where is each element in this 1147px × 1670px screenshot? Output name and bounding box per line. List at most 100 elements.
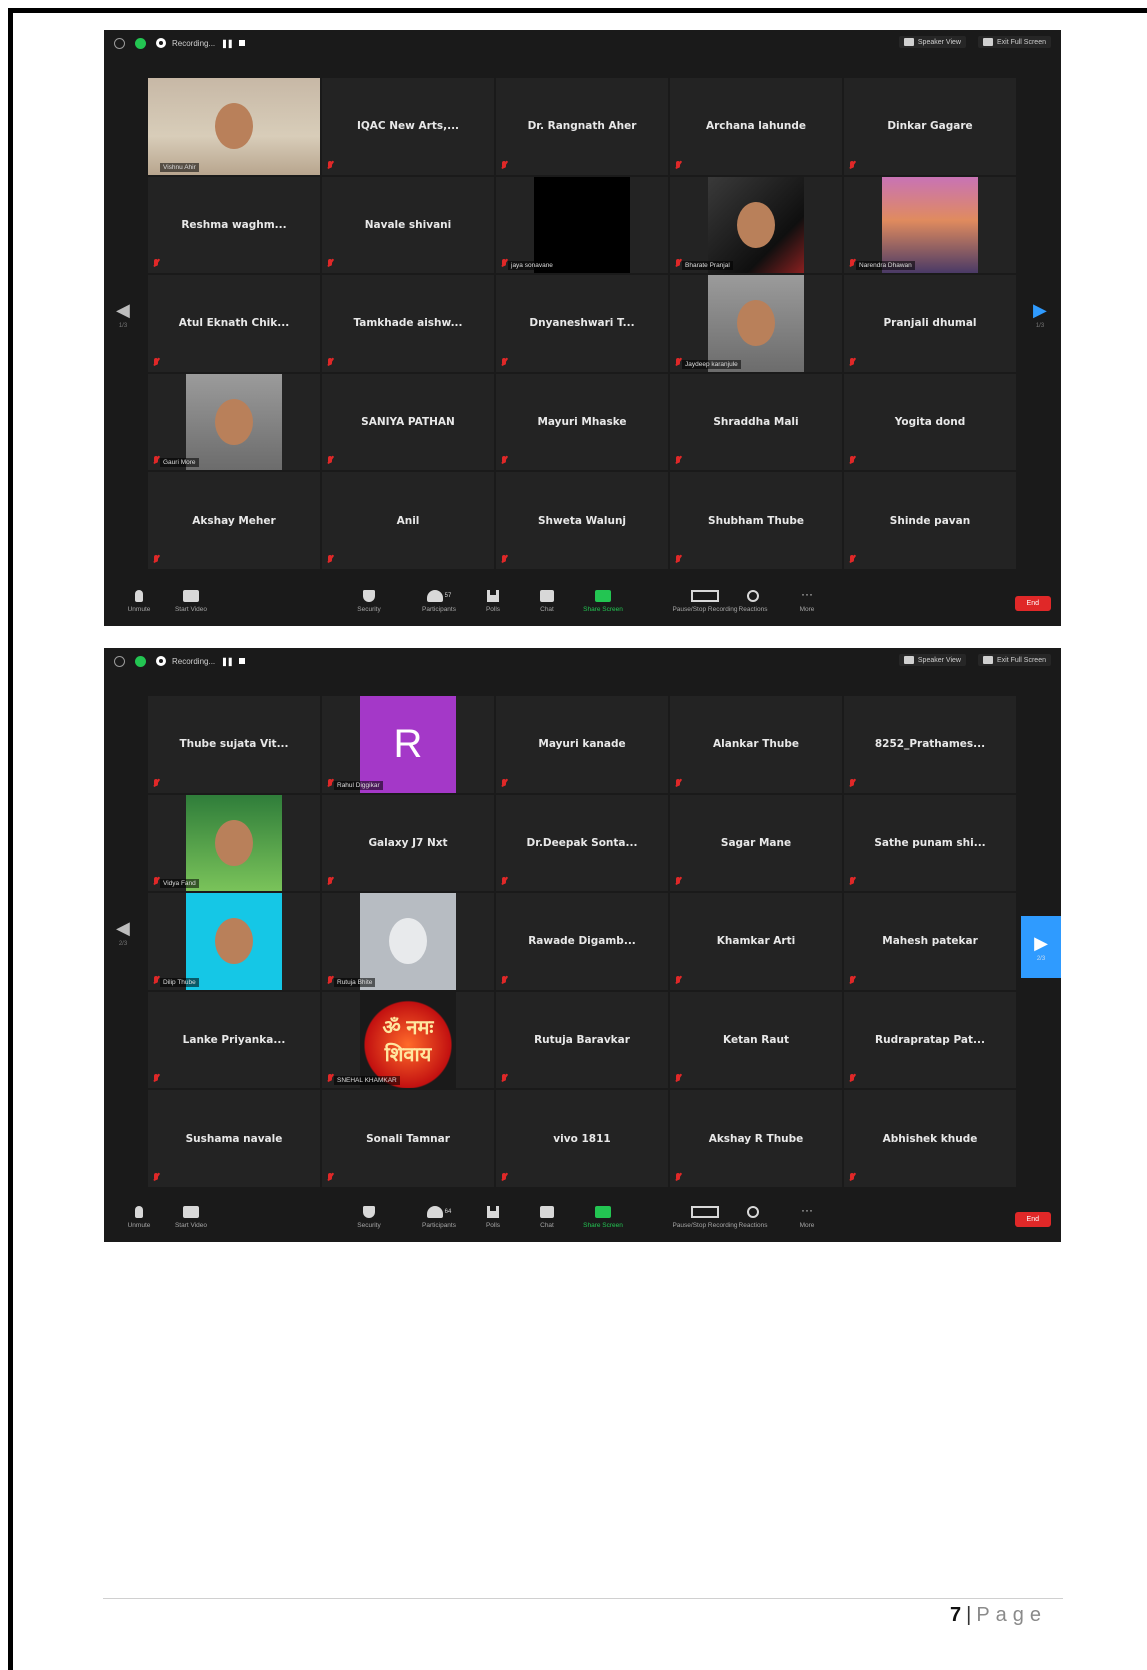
participant-tile[interactable]: Thube sujata Vit... [148, 696, 320, 793]
pause-recording-icon[interactable]: ❚❚ [221, 657, 233, 666]
participant-tile[interactable]: Vishnu Ahir [148, 78, 320, 175]
participant-video [186, 893, 282, 990]
speaker-view-button[interactable]: Speaker View [898, 654, 966, 666]
participant-tile[interactable]: SANIYA PATHAN [322, 373, 494, 471]
participant-tile[interactable]: Shubham Thube [670, 472, 842, 569]
participant-tile[interactable]: Yogita dond [844, 373, 1016, 471]
more-button[interactable]: ··· More [782, 588, 832, 613]
share-screen-button-label: Share Screen [583, 1222, 623, 1229]
participant-tile[interactable]: Dnyaneshwari T... [496, 275, 668, 372]
participant-tile[interactable]: Shweta Walunj [496, 472, 668, 569]
participant-tile[interactable]: Sathe punam shi... [844, 794, 1016, 892]
participant-name: Akshay Meher [192, 514, 276, 527]
participant-tile[interactable]: Navale shivani [322, 176, 494, 274]
participant-tile[interactable]: Abhishek khude [844, 1090, 1016, 1187]
muted-mic-icon [849, 259, 855, 268]
more-button[interactable]: ··· More [782, 1204, 832, 1229]
participant-tile[interactable]: Rutuja Bhite [322, 893, 494, 990]
exit-full-screen-button[interactable]: Exit Full Screen [977, 36, 1051, 48]
participant-name: Rudrapratap Pat... [875, 1034, 985, 1047]
unmute-button[interactable]: Unmute [114, 1206, 164, 1229]
participant-tile[interactable]: Vidya Fand [148, 794, 320, 892]
chat-button[interactable]: Chat [522, 590, 572, 613]
participant-video: R [360, 696, 456, 793]
participant-tile[interactable]: Alankar Thube [670, 696, 842, 793]
security-button[interactable]: Security [344, 1206, 394, 1229]
participant-tile[interactable]: Rutuja Baravkar [496, 991, 668, 1089]
next-page-arrow[interactable]: ▶ 1/3 [1033, 300, 1047, 329]
participant-tile[interactable]: Narendra Dhawan [844, 176, 1016, 274]
participant-tile[interactable]: Akshay R Thube [670, 1090, 842, 1187]
participant-tile[interactable]: Reshma waghm... [148, 176, 320, 274]
participant-tile[interactable]: IQAC New Arts,... [322, 78, 494, 175]
participant-tile[interactable]: Sonali Tamnar [322, 1090, 494, 1187]
end-meeting-button[interactable]: End [1014, 596, 1051, 611]
avatar [215, 918, 253, 965]
security-button[interactable]: Security [344, 590, 394, 613]
chat-button[interactable]: Chat [522, 1206, 572, 1229]
participant-tile[interactable]: Mayuri Mhaske [496, 373, 668, 471]
participant-tile[interactable]: Sagar Mane [670, 794, 842, 892]
speaker-view-button[interactable]: Speaker View [898, 36, 966, 48]
encryption-shield-icon[interactable] [135, 655, 146, 667]
participant-tile[interactable]: Ketan Raut [670, 991, 842, 1089]
participant-tile[interactable]: 8252_Prathames... [844, 696, 1016, 793]
avatar [389, 918, 427, 965]
unmute-button[interactable]: Unmute [114, 590, 164, 613]
participant-tile[interactable]: Rudrapratap Pat... [844, 991, 1016, 1089]
meeting-info-icon[interactable] [114, 37, 125, 49]
participant-tile[interactable]: Atul Eknath Chik... [148, 275, 320, 372]
participants-button[interactable]: 64 Participants [414, 1206, 464, 1229]
pause-recording-icon[interactable]: ❚❚ [221, 39, 233, 48]
participant-tile[interactable]: Anil [322, 472, 494, 569]
meeting-info-icon[interactable] [114, 655, 125, 667]
previous-page-arrow[interactable]: ◀ 1/3 [116, 300, 130, 329]
polls-button[interactable]: Polls [468, 590, 518, 613]
participant-tile[interactable]: Rawade Digamb... [496, 893, 668, 990]
participant-tile[interactable]: ॐ नमः शिवाय SNEHAL KHAMKAR [322, 991, 494, 1089]
start-video-button[interactable]: Start Video [166, 590, 216, 613]
previous-page-arrow[interactable]: ◀ 2/3 [116, 918, 130, 947]
participant-tile[interactable]: Mahesh patekar [844, 893, 1016, 990]
participant-tile[interactable]: Archana lahunde [670, 78, 842, 175]
participant-name: Shweta Walunj [537, 514, 627, 527]
reactions-button[interactable]: Reactions [728, 590, 778, 613]
participants-button[interactable]: 57 Participants [414, 590, 464, 613]
participant-tile[interactable]: Lanke Priyanka... [148, 991, 320, 1089]
participant-tile[interactable]: Tamkhade aishw... [322, 275, 494, 372]
exit-full-screen-button[interactable]: Exit Full Screen [977, 654, 1051, 666]
participant-tile[interactable]: vivo 1811 [496, 1090, 668, 1187]
polls-button[interactable]: Polls [468, 1206, 518, 1229]
share-screen-button[interactable]: Share Screen [578, 590, 628, 613]
stop-recording-icon[interactable] [238, 40, 245, 46]
share-screen-button[interactable]: Share Screen [578, 1206, 628, 1229]
participant-tile[interactable]: Jaydeep karanjule [670, 275, 842, 372]
participant-tile[interactable]: Gauri More [148, 373, 320, 471]
participant-tile[interactable]: Sushama navale [148, 1090, 320, 1187]
next-page-arrow[interactable]: ▶ 2/3 [1021, 916, 1061, 978]
participant-tile[interactable]: Bharate Pranjal [670, 176, 842, 274]
muted-mic-icon [153, 456, 159, 465]
participant-tile[interactable]: R Rahul Diggikar [322, 696, 494, 793]
encryption-shield-icon[interactable] [135, 37, 146, 49]
participant-tile[interactable]: Dinkar Gagare [844, 78, 1016, 175]
participant-tile[interactable]: Dr.Deepak Sonta... [496, 794, 668, 892]
reactions-button[interactable]: Reactions [728, 1206, 778, 1229]
participant-tile[interactable]: Dilip Thube [148, 893, 320, 990]
participant-tile[interactable]: Pranjali dhumal [844, 275, 1016, 372]
participant-tile[interactable]: Mayuri kanade [496, 696, 668, 793]
participant-tile[interactable]: Galaxy J7 Nxt [322, 794, 494, 892]
participant-tile[interactable]: jaya sonavane [496, 176, 668, 274]
participant-tile[interactable]: Shraddha Mali [670, 373, 842, 471]
participant-video-label: SNEHAL KHAMKAR [334, 1076, 400, 1086]
participant-tile[interactable]: Khamkar Arti [670, 893, 842, 990]
muted-mic-icon [327, 1172, 333, 1182]
participant-name: Sathe punam shi... [874, 836, 986, 849]
start-video-button[interactable]: Start Video [166, 1206, 216, 1229]
participant-tile[interactable]: Shinde pavan [844, 472, 1016, 569]
participant-tile[interactable]: Akshay Meher [148, 472, 320, 569]
participant-tile[interactable]: Dr. Rangnath Aher [496, 78, 668, 175]
end-meeting-button[interactable]: End [1014, 1212, 1051, 1227]
stop-recording-icon[interactable] [238, 658, 245, 664]
security-button-label: Security [357, 606, 381, 613]
